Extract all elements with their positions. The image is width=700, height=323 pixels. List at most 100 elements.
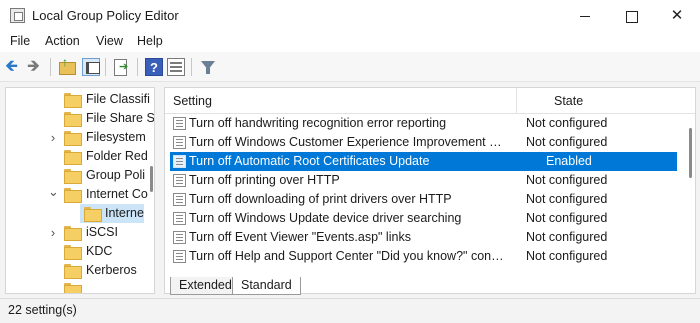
tree-scrollbar[interactable] [150, 166, 153, 192]
setting-name: Turn off downloading of print drivers ov… [189, 192, 452, 206]
folder-icon [64, 245, 82, 260]
settings-count: 22 setting(s) [8, 303, 77, 317]
table-row[interactable]: Turn off Windows Customer Experience Imp… [170, 133, 677, 152]
toolbar-separator [50, 58, 51, 76]
setting-state: Not configured [526, 192, 608, 206]
minimize-button[interactable] [562, 0, 608, 32]
table-row-selected[interactable]: Turn off Automatic Root Certificates Upd… [170, 152, 677, 171]
tree-item-label: iSCSI [86, 225, 118, 239]
expand-chevron-icon[interactable]: › [48, 128, 58, 147]
folder-icon [64, 264, 82, 279]
expand-chevron-icon[interactable]: › [48, 223, 58, 242]
tree-item[interactable]: Folder Red [6, 147, 148, 166]
tree-item-label: File Classifi [86, 92, 150, 106]
folder-icon [64, 169, 82, 184]
folder-icon [64, 93, 82, 108]
folder-icon [64, 226, 82, 241]
toolbar-separator [191, 58, 192, 76]
view-tabs: Extended Standard [164, 277, 696, 295]
menu-view[interactable]: View [96, 34, 123, 48]
tree-item-label: Folder Red [86, 149, 148, 163]
close-button[interactable]: ✕ [654, 0, 700, 32]
export-list-icon[interactable] [113, 58, 131, 76]
setting-state: Enabled [546, 154, 592, 168]
setting-state: Not configured [526, 230, 608, 244]
policy-setting-icon [173, 155, 186, 168]
back-arrow-icon[interactable]: 🡸 [5, 58, 23, 76]
toolbar-separator [105, 58, 106, 76]
setting-name: Turn off Help and Support Center "Did yo… [189, 249, 507, 263]
list-header: Setting State [165, 88, 695, 114]
tree-item[interactable]: Kerberos [6, 261, 146, 280]
tree-item[interactable]: Group Poli [6, 166, 146, 185]
menu-action[interactable]: Action [45, 34, 80, 48]
tree-item-label: Filesystem [86, 130, 146, 144]
folder-icon [64, 131, 82, 146]
tree-item[interactable]: File Share S [6, 109, 154, 128]
tree-item-label: Interne [105, 206, 144, 220]
folder-icon [64, 150, 82, 165]
navigation-tree[interactable]: File Classifi File Share S › Filesystem … [5, 87, 155, 294]
tree-item[interactable]: › iSCSI [6, 223, 146, 242]
column-header-state[interactable]: State [554, 94, 583, 108]
setting-state: Not configured [526, 211, 608, 225]
tree-item-label: Kerberos [86, 263, 137, 277]
settings-list[interactable]: Setting State Turn off handwriting recog… [164, 87, 696, 294]
up-one-level-icon[interactable] [58, 55, 76, 76]
table-row[interactable]: Turn off Windows Update device driver se… [170, 209, 677, 228]
folder-icon [64, 283, 82, 293]
tab-extended[interactable]: Extended [170, 277, 241, 295]
tree-item[interactable]: › Filesystem [6, 128, 146, 147]
setting-state: Not configured [526, 249, 608, 263]
setting-name: Turn off Windows Customer Experience Imp… [189, 135, 507, 149]
setting-name: Turn off Automatic Root Certificates Upd… [189, 154, 430, 168]
collapse-chevron-icon[interactable]: ⌄ [48, 182, 59, 201]
tree-item[interactable]: File Classifi [6, 90, 150, 109]
policy-setting-icon [173, 231, 186, 244]
group-policy-app-icon [10, 8, 25, 23]
setting-name: Turn off handwriting recognition error r… [189, 116, 447, 130]
window-title: Local Group Policy Editor [32, 8, 179, 23]
menu-help[interactable]: Help [137, 34, 163, 48]
table-row[interactable]: Turn off Event Viewer "Events.asp" links… [170, 228, 677, 247]
properties-icon[interactable] [167, 58, 185, 76]
setting-name: Turn off Windows Update device driver se… [189, 211, 462, 225]
tree-item[interactable] [6, 280, 146, 293]
setting-state: Not configured [526, 173, 608, 187]
setting-state: Not configured [526, 116, 608, 130]
setting-name: Turn off printing over HTTP [189, 173, 340, 187]
policy-setting-icon [173, 250, 186, 263]
maximize-button[interactable] [608, 0, 654, 32]
forward-arrow-icon[interactable]: 🡺 [27, 58, 45, 76]
policy-setting-icon [173, 117, 186, 130]
menu-file[interactable]: File [10, 34, 30, 48]
folder-icon [64, 112, 82, 127]
filter-icon[interactable] [199, 58, 217, 76]
setting-state: Not configured [526, 135, 608, 149]
policy-setting-icon [173, 212, 186, 225]
toolbar-separator [137, 58, 138, 76]
tab-standard[interactable]: Standard [232, 277, 301, 295]
help-icon[interactable]: ? [145, 58, 163, 76]
table-row[interactable]: Turn off printing over HTTP Not configur… [170, 171, 677, 190]
table-row[interactable]: Turn off Help and Support Center "Did yo… [170, 247, 677, 266]
folder-icon [64, 188, 82, 203]
tree-item[interactable]: KDC [6, 242, 146, 261]
menu-bar: File Action View Help [0, 32, 700, 52]
list-scrollbar[interactable] [689, 128, 692, 178]
tree-item-label: KDC [86, 244, 113, 258]
setting-name: Turn off Event Viewer "Events.asp" links [189, 230, 411, 244]
column-header-setting[interactable]: Setting [173, 94, 212, 108]
policy-setting-icon [173, 174, 186, 187]
show-hide-tree-icon[interactable] [82, 58, 100, 76]
tree-item-selected[interactable]: Interne [80, 204, 144, 223]
table-row[interactable]: Turn off handwriting recognition error r… [170, 114, 677, 133]
policy-setting-icon [173, 136, 186, 149]
policy-setting-icon [173, 193, 186, 206]
tree-item-label: File Share S [86, 111, 155, 125]
tree-item[interactable]: ⌄ Internet Co [6, 182, 148, 204]
tree-item-label: Group Poli [86, 168, 146, 182]
table-row[interactable]: Turn off downloading of print drivers ov… [170, 190, 677, 209]
title-bar: Local Group Policy Editor ✕ [0, 0, 700, 32]
column-divider[interactable] [516, 88, 517, 114]
